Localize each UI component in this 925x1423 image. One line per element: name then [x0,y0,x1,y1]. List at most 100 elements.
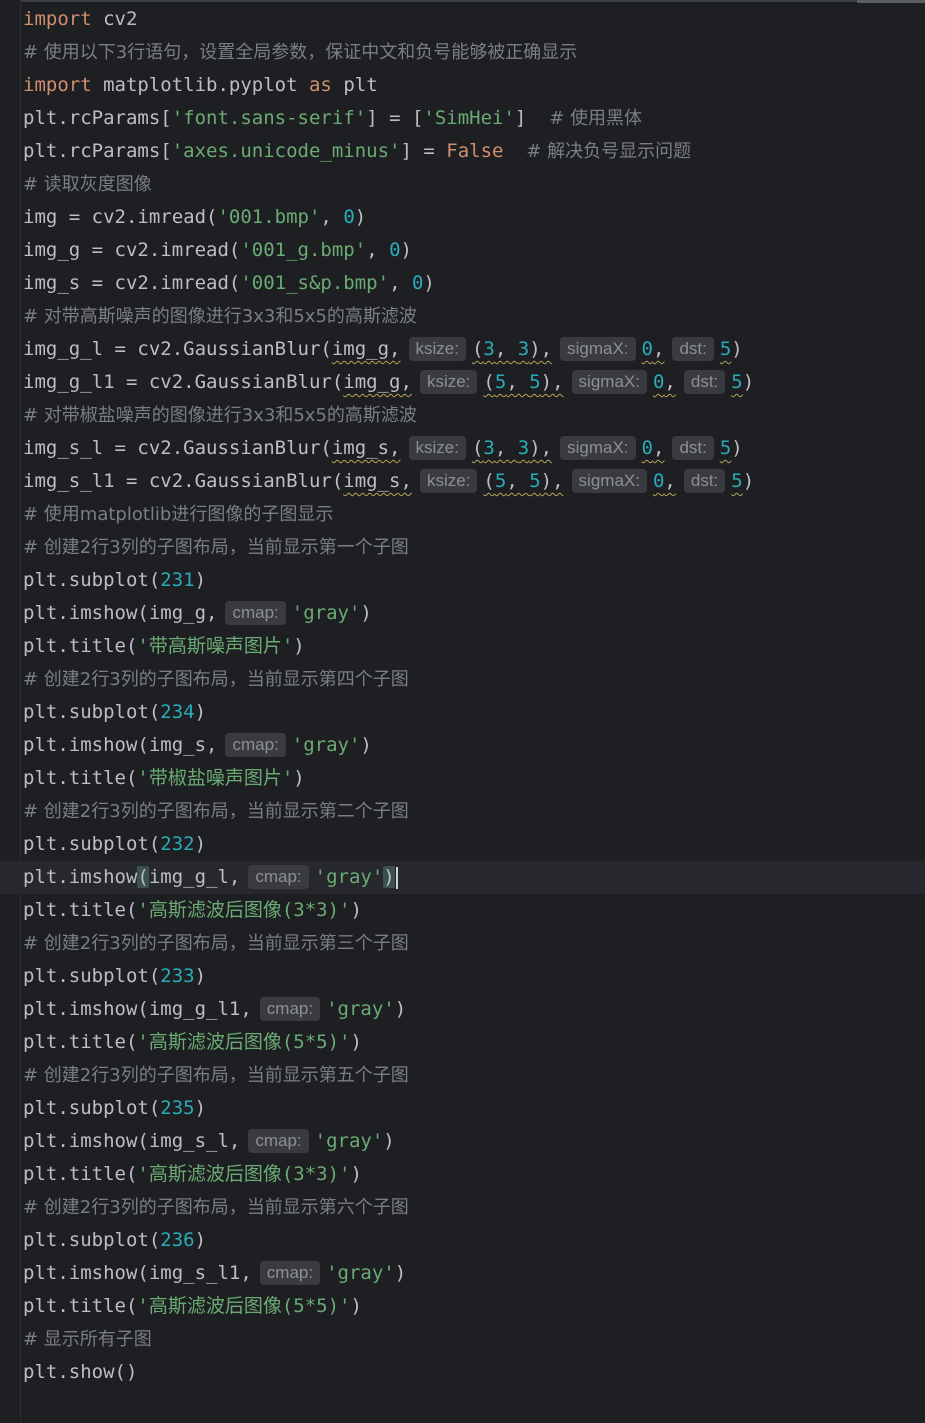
code-token: ) [360,602,372,624]
code-line[interactable]: plt.rcParams['font.sans-serif'] = ['SimH… [23,102,925,135]
code-token: ) [394,998,407,1020]
code-line[interactable]: # 创建2行3列的子图布局，当前显示第四个子图 [23,663,925,696]
string-token: 'gray' [326,998,395,1020]
code-token: plt.title( [23,1295,138,1317]
comment-token: # 对带高斯噪声的图像进行3x3和5x5的高斯滤波 [23,306,417,327]
number-token: 0 [641,338,653,360]
number-token: 5 [719,338,732,360]
code-token: ) [350,899,362,921]
code-line[interactable]: img_g_l = cv2.GaussianBlur(img_g, ksize:(… [23,333,925,366]
number-token: 5 [494,371,507,393]
comment-token: # 使用matplotlib进行图像的子图显示 [23,504,334,525]
code-token: img_g, [331,338,401,360]
code-line[interactable]: plt.imshow(img_g_l1, cmap:'gray') [23,993,925,1026]
parameter-hint: sigmaX: [560,336,636,361]
code-line[interactable]: plt.title('高斯滤波后图像(3*3)') [23,894,925,927]
code-token: ] = [400,140,447,162]
code-token: ) [360,734,372,756]
code-line[interactable]: # 使用matplotlib进行图像的子图显示 [23,498,925,531]
code-line[interactable]: plt.imshow(img_s_l1, cmap:'gray') [23,1257,925,1290]
comment-token: # 解决负号显示问题 [526,141,692,162]
editor-gutter[interactable] [0,0,21,1423]
code-line[interactable]: plt.title('带椒盐噪声图片') [23,762,925,795]
code-line[interactable]: # 使用以下3行语句，设置全局参数，保证中文和负号能够被正确显示 [23,36,925,69]
code-line[interactable]: img_s_l1 = cv2.GaussianBlur(img_s, ksize:… [23,465,925,498]
code-line[interactable]: img_g_l1 = cv2.GaussianBlur(img_g, ksize:… [23,366,925,399]
code-line[interactable]: # 创建2行3列的子图布局，当前显示第二个子图 [23,795,925,828]
number-token: 235 [160,1097,195,1119]
code-line[interactable]: # 对带高斯噪声的图像进行3x3和5x5的高斯滤波 [23,300,925,333]
code-line[interactable]: plt.title('带高斯噪声图片') [23,630,925,663]
code-token: plt.imshow(img_s_l, [23,1130,241,1152]
code-token: img_s_l = cv2.GaussianBlur( [23,437,332,459]
code-token: plt.imshow(img_g_l1, [23,998,252,1020]
string-token: '高斯滤波后图像(5*5)' [137,1295,351,1317]
code-line[interactable]: plt.subplot(234) [23,696,925,729]
number-token: 236 [160,1229,195,1251]
code-line[interactable]: # 创建2行3列的子图布局，当前显示第五个子图 [23,1059,925,1092]
number-token: 5 [719,437,732,459]
code-line[interactable]: # 创建2行3列的子图布局，当前显示第三个子图 [23,927,925,960]
code-token: plt.rcParams[ [23,140,172,162]
comment-token: # 读取灰度图像 [23,174,152,195]
code-line[interactable]: import cv2 [23,3,925,36]
parameter-hint: dst: [683,369,726,394]
code-line[interactable]: plt.subplot(233) [23,960,925,993]
number-token: 3 [517,437,530,459]
number-token: 0 [652,470,665,492]
parameter-hint: sigmaX: [571,369,647,394]
code-line[interactable]: plt.subplot(231) [23,564,925,597]
code-line[interactable]: import matplotlib.pyplot as plt [23,69,925,102]
parameter-hint: ksize: [408,435,466,460]
code-token: cv2 [91,8,138,30]
comment-token: # 创建2行3列的子图布局，当前显示第一个子图 [23,537,409,558]
code-token: , [664,371,676,393]
code-line[interactable]: img_s = cv2.imread('001_s&p.bmp', 0) [23,267,925,300]
code-token: ), [529,338,553,360]
code-line[interactable]: plt.show() [23,1356,925,1389]
string-token: '高斯滤波后图像(3*3)' [137,899,351,921]
code-line[interactable]: # 读取灰度图像 [23,168,925,201]
code-token: plt.imshow(img_s, [23,734,218,756]
code-line-current[interactable]: plt.imshow(img_g_l, cmap:'gray') [0,861,925,894]
matched-brace: ( [137,866,149,888]
code-token: ) [731,338,743,360]
code-line[interactable]: # 显示所有子图 [23,1323,925,1356]
code-line[interactable]: img_s_l = cv2.GaussianBlur(img_s, ksize:(… [23,432,925,465]
number-token: 3 [483,338,495,360]
code-line[interactable]: plt.imshow(img_s, cmap:'gray') [23,729,925,762]
code-token: plt.title( [23,1163,138,1185]
parameter-hint: sigmaX: [571,468,647,493]
code-line[interactable]: plt.imshow(img_g, cmap:'gray') [23,597,925,630]
code-line[interactable]: img_g = cv2.imread('001_g.bmp', 0) [23,234,925,267]
code-token: ] [514,107,550,129]
code-line[interactable]: plt.subplot(235) [23,1092,925,1125]
string-token: '高斯滤波后图像(5*5)' [137,1031,351,1053]
code-token: ) [293,767,305,789]
number-token: 5 [529,470,541,492]
editor-top-border [0,0,925,2]
code-token: plt.imshow(img_g, [23,602,218,624]
code-line[interactable]: plt.rcParams['axes.unicode_minus'] = Fal… [23,135,925,168]
code-token: ( [483,371,495,393]
code-line[interactable]: plt.imshow(img_s_l, cmap:'gray') [23,1125,925,1158]
code-line[interactable]: img = cv2.imread('001.bmp', 0) [23,201,925,234]
code-line[interactable]: plt.title('高斯滤波后图像(5*5)') [23,1290,925,1323]
code-line[interactable]: plt.title('高斯滤波后图像(3*3)') [23,1158,925,1191]
keyword-token: as [308,74,332,96]
parameter-hint: dst: [672,336,714,361]
number-token: 233 [160,965,195,987]
code-token: plt.title( [23,767,138,789]
code-token: plt.subplot( [23,1229,161,1251]
code-line[interactable]: # 对带椒盐噪声的图像进行3x3和5x5的高斯滤波 [23,399,925,432]
code-line[interactable]: plt.title('高斯滤波后图像(5*5)') [23,1026,925,1059]
code-token: ) [350,1295,362,1317]
code-token: plt.imshow [23,866,138,888]
code-line[interactable]: # 创建2行3列的子图布局，当前显示第六个子图 [23,1191,925,1224]
code-editor[interactable]: import cv2 # 使用以下3行语句，设置全局参数，保证中文和负号能够被正确… [0,3,925,1389]
code-line[interactable]: plt.subplot(232) [23,828,925,861]
code-line[interactable]: # 创建2行3列的子图布局，当前显示第一个子图 [23,531,925,564]
string-token: 'gray' [326,1262,395,1284]
code-line[interactable]: plt.subplot(236) [23,1224,925,1257]
